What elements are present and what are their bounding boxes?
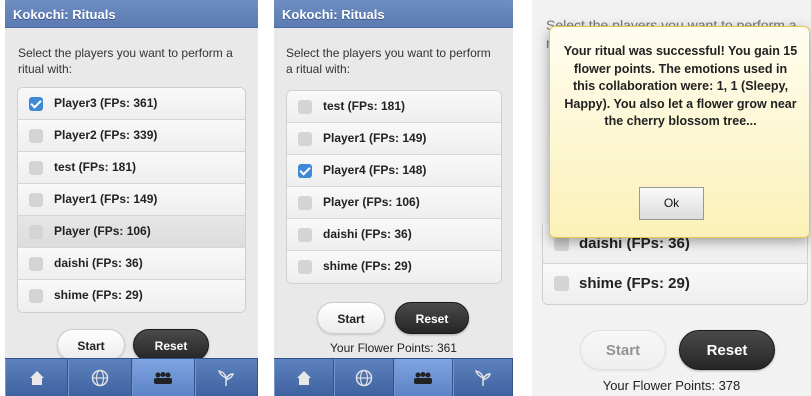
- nav-world[interactable]: [68, 359, 132, 396]
- flower-icon: [218, 369, 235, 386]
- flower-icon: [475, 369, 492, 386]
- ok-button[interactable]: Ok: [639, 187, 704, 220]
- player-row[interactable]: Player (FPs: 106): [18, 216, 245, 248]
- player-row[interactable]: test (FPs: 181): [287, 91, 501, 123]
- nav-home[interactable]: [274, 359, 334, 396]
- screen-1: Kokochi: Rituals Select the players you …: [5, 0, 258, 396]
- start-button[interactable]: Start: [317, 302, 385, 334]
- start-button[interactable]: Start: [57, 329, 125, 361]
- player-checkbox[interactable]: [298, 196, 312, 210]
- player-checkbox[interactable]: [298, 260, 312, 274]
- player-label: daishi (FPs: 36): [54, 256, 143, 270]
- globe-icon: [91, 369, 109, 386]
- player-list: Player3 (FPs: 361) Player2 (FPs: 339) te…: [17, 87, 246, 313]
- nav-rituals[interactable]: [393, 359, 454, 396]
- player-label: test (FPs: 181): [323, 99, 406, 113]
- player-list: test (FPs: 181) Player1 (FPs: 149) Playe…: [286, 90, 502, 284]
- reset-button[interactable]: Reset: [679, 330, 775, 370]
- player-label: shime (FPs: 29): [323, 259, 412, 273]
- player-row[interactable]: daishi (FPs: 36): [287, 219, 501, 251]
- player-checkbox[interactable]: [554, 236, 569, 251]
- player-label: Player2 (FPs: 339): [54, 128, 158, 142]
- player-label: shime (FPs: 29): [579, 275, 690, 292]
- player-checkbox[interactable]: [554, 276, 569, 291]
- nav-home[interactable]: [5, 359, 69, 396]
- group-icon: [154, 371, 173, 384]
- screen-2: Kokochi: Rituals Select the players you …: [274, 0, 513, 396]
- player-label: Player3 (FPs: 361): [54, 96, 158, 110]
- home-icon: [296, 370, 311, 385]
- player-label: Player4 (FPs: 148): [323, 163, 427, 177]
- nav-garden[interactable]: [453, 359, 513, 396]
- players-prompt: Select the players you want to perform a…: [18, 46, 233, 76]
- player-checkbox[interactable]: [29, 193, 43, 207]
- player-checkbox[interactable]: [29, 161, 43, 175]
- bottom-nav: [5, 358, 258, 396]
- nav-world[interactable]: [333, 359, 394, 396]
- dialog-message: Your ritual was successful! You gain 15 …: [563, 44, 798, 128]
- player-checkbox[interactable]: [29, 97, 43, 111]
- player-row[interactable]: shime (FPs: 29): [287, 251, 501, 283]
- player-checkbox[interactable]: [298, 100, 312, 114]
- nav-rituals[interactable]: [131, 359, 195, 396]
- player-row[interactable]: Player (FPs: 106): [287, 187, 501, 219]
- nav-garden[interactable]: [194, 359, 258, 396]
- player-label: Player1 (FPs: 149): [54, 192, 158, 206]
- player-checkbox[interactable]: [29, 225, 43, 239]
- reset-button[interactable]: Reset: [395, 302, 469, 334]
- player-label: daishi (FPs: 36): [323, 227, 412, 241]
- player-checkbox[interactable]: [298, 164, 312, 178]
- player-label: Player (FPs: 106): [323, 195, 420, 209]
- players-prompt: Select the players you want to perform a…: [286, 46, 491, 76]
- player-row[interactable]: Player1 (FPs: 149): [18, 184, 245, 216]
- player-checkbox[interactable]: [29, 129, 43, 143]
- player-checkbox[interactable]: [29, 257, 43, 271]
- globe-icon: [355, 369, 372, 386]
- home-icon: [29, 370, 44, 385]
- reset-button[interactable]: Reset: [133, 329, 209, 361]
- player-row[interactable]: test (FPs: 181): [18, 152, 245, 184]
- player-checkbox[interactable]: [29, 289, 43, 303]
- bottom-nav: [274, 358, 513, 396]
- player-row[interactable]: Player1 (FPs: 149): [287, 123, 501, 155]
- app-header: Kokochi: Rituals: [5, 0, 258, 28]
- flower-points: Your Flower Points: 361: [330, 341, 457, 355]
- group-icon: [414, 371, 433, 384]
- player-row[interactable]: Player2 (FPs: 339): [18, 120, 245, 152]
- player-label: shime (FPs: 29): [54, 288, 143, 302]
- player-row[interactable]: shime (FPs: 29): [18, 280, 245, 312]
- player-checkbox[interactable]: [298, 132, 312, 146]
- flower-points: Your Flower Points: 378: [602, 378, 741, 393]
- player-row[interactable]: Player3 (FPs: 361): [18, 88, 245, 120]
- start-button: Start: [580, 330, 666, 370]
- player-row[interactable]: daishi (FPs: 36): [18, 248, 245, 280]
- app-header: Kokochi: Rituals: [274, 0, 513, 28]
- player-row[interactable]: Player4 (FPs: 148): [287, 155, 501, 187]
- ritual-success-dialog: Your ritual was successful! You gain 15 …: [549, 26, 810, 238]
- player-label: test (FPs: 181): [54, 160, 137, 174]
- player-label: Player (FPs: 106): [54, 224, 151, 238]
- player-label: Player1 (FPs: 149): [323, 131, 427, 145]
- player-checkbox[interactable]: [298, 228, 312, 242]
- player-row[interactable]: shime (FPs: 29): [543, 264, 807, 304]
